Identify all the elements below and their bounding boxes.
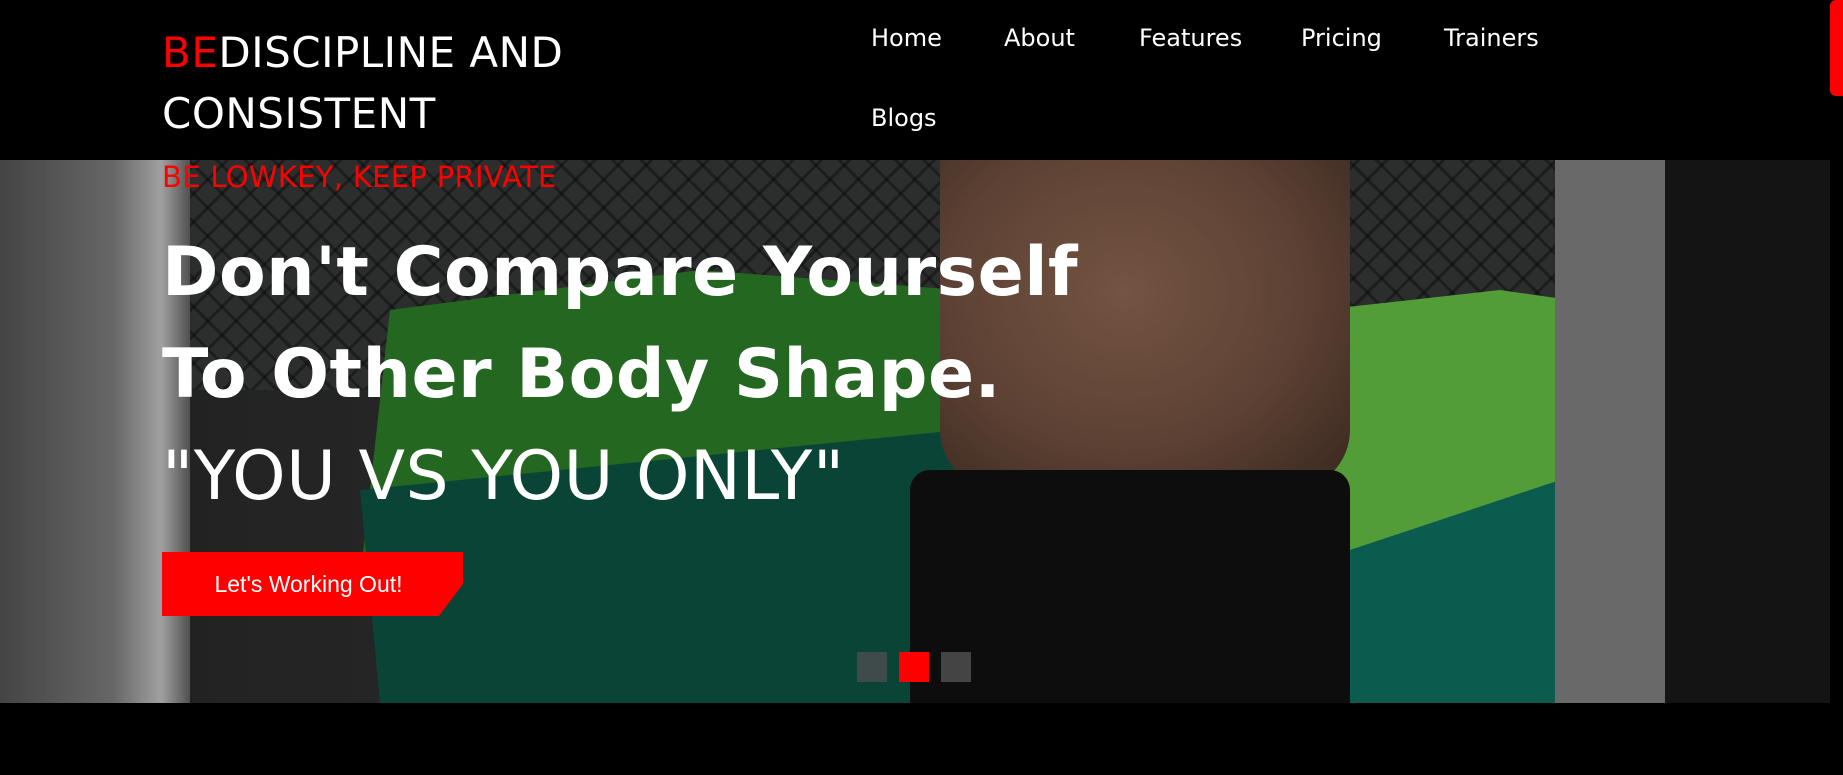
page-bottom <box>0 703 1843 775</box>
carousel-dot-3[interactable] <box>941 652 971 682</box>
scrollbar-thumb[interactable] <box>1830 0 1843 96</box>
carousel-dot-1[interactable] <box>857 652 887 682</box>
nav-home[interactable]: Home <box>871 24 942 52</box>
carousel-dot-2[interactable] <box>899 652 929 682</box>
hero-headline-line1: Don't Compare Yourself <box>162 233 1079 312</box>
nav-about[interactable]: About <box>1004 24 1075 52</box>
site-header: BEDISCIPLINE AND CONSISTENT Home About F… <box>0 0 1830 160</box>
carousel-indicators <box>857 652 971 682</box>
nav-features[interactable]: Features <box>1139 24 1242 52</box>
brand-name-line1: DISCIPLINE AND <box>218 28 564 77</box>
nav-trainers[interactable]: Trainers <box>1444 24 1539 52</box>
cta-button[interactable]: Let's Working Out! <box>162 552 463 616</box>
hero-headline: Don't Compare Yourself To Other Body Sha… <box>162 222 1078 528</box>
brand-prefix: BE <box>162 28 219 77</box>
nav-blogs[interactable]: Blogs <box>871 104 937 132</box>
brand-logo[interactable]: BEDISCIPLINE AND CONSISTENT <box>162 22 563 144</box>
hero-tagline: BE LOWKEY, KEEP PRIVATE <box>162 160 557 194</box>
brand-name-line2: CONSISTENT <box>162 89 436 138</box>
hero-headline-line2: To Other Body Shape. <box>162 335 1001 414</box>
hero-headline-line3: "YOU VS YOU ONLY" <box>162 437 845 516</box>
nav-pricing[interactable]: Pricing <box>1301 24 1382 52</box>
